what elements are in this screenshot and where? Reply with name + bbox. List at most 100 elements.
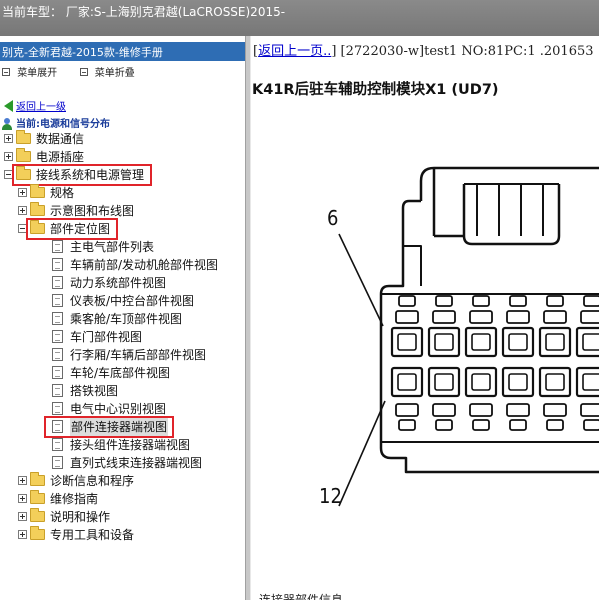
tree-item[interactable]: 接线系统和电源管理 xyxy=(0,164,245,186)
expand-menu-button[interactable]: 菜单展开 xyxy=(17,64,57,79)
pin-latch xyxy=(395,310,419,324)
tree-item-label[interactable]: 规格 xyxy=(50,184,74,202)
collapse-menu-button[interactable]: 菜单折叠 xyxy=(95,64,135,79)
expand-plus-icon[interactable] xyxy=(18,494,27,503)
pin-6-leader-line xyxy=(338,233,384,327)
tree-item[interactable]: 部件连接器端视图 xyxy=(0,416,245,438)
tree-item-label[interactable]: 动力系统部件视图 xyxy=(70,274,166,292)
terminal-cavity xyxy=(501,326,535,358)
terminal-cavity xyxy=(575,366,599,398)
tree-item[interactable]: 接头组件连接器端视图 xyxy=(0,436,245,454)
document-icon xyxy=(52,258,63,271)
pin-latch xyxy=(435,295,453,307)
tree-item-label[interactable]: 仪表板/中控台部件视图 xyxy=(70,292,194,310)
tree-item[interactable]: 仪表板/中控台部件视图 xyxy=(0,292,245,310)
terminal-cavity xyxy=(427,326,461,358)
folder-icon xyxy=(30,508,45,522)
tree-item[interactable]: 诊断信息和程序 xyxy=(0,472,245,490)
tree-item[interactable]: 说明和操作 xyxy=(0,508,245,526)
folder-icon xyxy=(30,490,45,504)
terminal-cavity-inner xyxy=(545,373,565,391)
document-icon xyxy=(52,438,63,451)
tree-item-label[interactable]: 乘客舱/车顶部件视图 xyxy=(70,310,182,328)
expand-plus-icon[interactable] xyxy=(4,152,13,161)
tree-item[interactable]: 直列式线束连接器端视图 xyxy=(0,454,245,472)
pin-latch xyxy=(506,403,530,417)
terminal-cavity xyxy=(538,366,572,398)
terminal-cavity-inner xyxy=(471,333,491,351)
pin-latch xyxy=(506,310,530,324)
tree-item[interactable]: 规格 xyxy=(0,184,245,202)
tree-item[interactable]: 行李厢/车辆后部部件视图 xyxy=(0,346,245,364)
manual-title-text: 别克-全新君越-2015款-维修手册 xyxy=(2,46,163,59)
expand-plus-icon[interactable] xyxy=(18,512,27,521)
tree-toolbar: 菜单展开 菜单折叠 xyxy=(0,64,135,82)
folder-icon xyxy=(16,148,31,162)
document-icon xyxy=(52,366,63,379)
pin-6-label: 6 xyxy=(327,206,339,230)
tree-item[interactable]: 维修指南 xyxy=(0,490,245,508)
tree-item[interactable]: 车门部件视图 xyxy=(0,328,245,346)
terminal-cavity-inner xyxy=(397,333,417,351)
title-bar-text: 当前车型： 厂家:S-上海别克君越(LaCROSSE)2015- xyxy=(2,5,286,19)
connector-side-step xyxy=(403,245,422,286)
current-location-text: 当前:电源和信号分布 xyxy=(16,119,110,130)
highlight-box xyxy=(12,164,152,186)
tree-item-label[interactable]: 车门部件视图 xyxy=(70,328,142,346)
tree-item[interactable]: 车轮/车底部件视图 xyxy=(0,364,245,382)
expand-plus-icon[interactable] xyxy=(18,530,27,539)
tree-item-label[interactable]: 行李厢/车辆后部部件视图 xyxy=(70,346,206,364)
tree-item[interactable]: 专用工具和设备 xyxy=(0,526,245,544)
tree-item[interactable]: 部件定位图 xyxy=(0,218,245,240)
pin-latch xyxy=(435,419,453,431)
terminal-cavity xyxy=(501,366,535,398)
tree-item-label[interactable]: 直列式线束连接器端视图 xyxy=(70,454,202,472)
pin-12-leader-line xyxy=(338,400,386,507)
tree-item-label[interactable]: 车轮/车底部件视图 xyxy=(70,364,170,382)
tree-item[interactable]: 车辆前部/发动机舱部件视图 xyxy=(0,256,245,274)
tree-item[interactable]: 搭铁视图 xyxy=(0,382,245,400)
connector-end-view-diagram xyxy=(338,166,599,507)
back-up-level-row[interactable]: 返回上一级 xyxy=(0,98,66,114)
pin-latch xyxy=(509,419,527,431)
pin-latch xyxy=(543,403,567,417)
tree-item-label[interactable]: 说明和操作 xyxy=(50,508,110,526)
tree-item[interactable]: 主电气部件列表 xyxy=(0,238,245,256)
back-up-level-link[interactable]: 返回上一级 xyxy=(16,102,66,113)
collapse-menu-icon[interactable] xyxy=(79,67,88,76)
document-pane: [返回上一页..] [2722030-w]test1 NO:81PC:1 .20… xyxy=(251,36,599,600)
document-info: [2722030-w]test1 NO:81PC:1 .201653 xyxy=(336,44,594,59)
tree-item[interactable]: 动力系统部件视图 xyxy=(0,274,245,292)
tree-item-label[interactable]: 诊断信息和程序 xyxy=(50,472,134,490)
pin-latch xyxy=(509,295,527,307)
document-icon xyxy=(52,330,63,343)
expand-plus-icon[interactable] xyxy=(18,188,27,197)
terminal-cavity-inner xyxy=(471,373,491,391)
terminal-cavity xyxy=(390,366,424,398)
pin-latch xyxy=(472,419,490,431)
tree-item-label[interactable]: 主电气部件列表 xyxy=(70,238,154,256)
folder-icon xyxy=(30,184,45,198)
expand-plus-icon[interactable] xyxy=(18,206,27,215)
back-arrow-icon[interactable] xyxy=(4,99,13,112)
terminal-cavity-inner xyxy=(434,333,454,351)
back-to-previous-page-link[interactable]: 返回上一页.. xyxy=(258,44,331,59)
expand-menu-icon[interactable] xyxy=(2,67,10,76)
tree-item-label[interactable]: 搭铁视图 xyxy=(70,382,118,400)
tree-item-label[interactable]: 接头组件连接器端视图 xyxy=(70,436,190,454)
highlight-box xyxy=(44,416,174,438)
terminal-cavity-inner xyxy=(434,373,454,391)
pin-latch xyxy=(469,310,493,324)
expand-plus-icon[interactable] xyxy=(18,476,27,485)
connector-pins xyxy=(390,295,599,431)
expand-plus-icon[interactable] xyxy=(4,134,13,143)
tree-item-label[interactable]: 车辆前部/发动机舱部件视图 xyxy=(70,256,218,274)
tree-item[interactable]: 数据通信 xyxy=(0,130,245,148)
tree-item[interactable]: 乘客舱/车顶部件视图 xyxy=(0,310,245,328)
tree-item-label[interactable]: 专用工具和设备 xyxy=(50,526,134,544)
tree-item-label[interactable]: 维修指南 xyxy=(50,490,98,508)
tree-item-label[interactable]: 数据通信 xyxy=(36,130,84,148)
pin-latch xyxy=(583,295,599,307)
terminal-cavity xyxy=(464,366,498,398)
left-navigation-pane: 别克-全新君越-2015款-维修手册 菜单展开 菜单折叠 返回上一级 当前:电源… xyxy=(0,36,245,600)
